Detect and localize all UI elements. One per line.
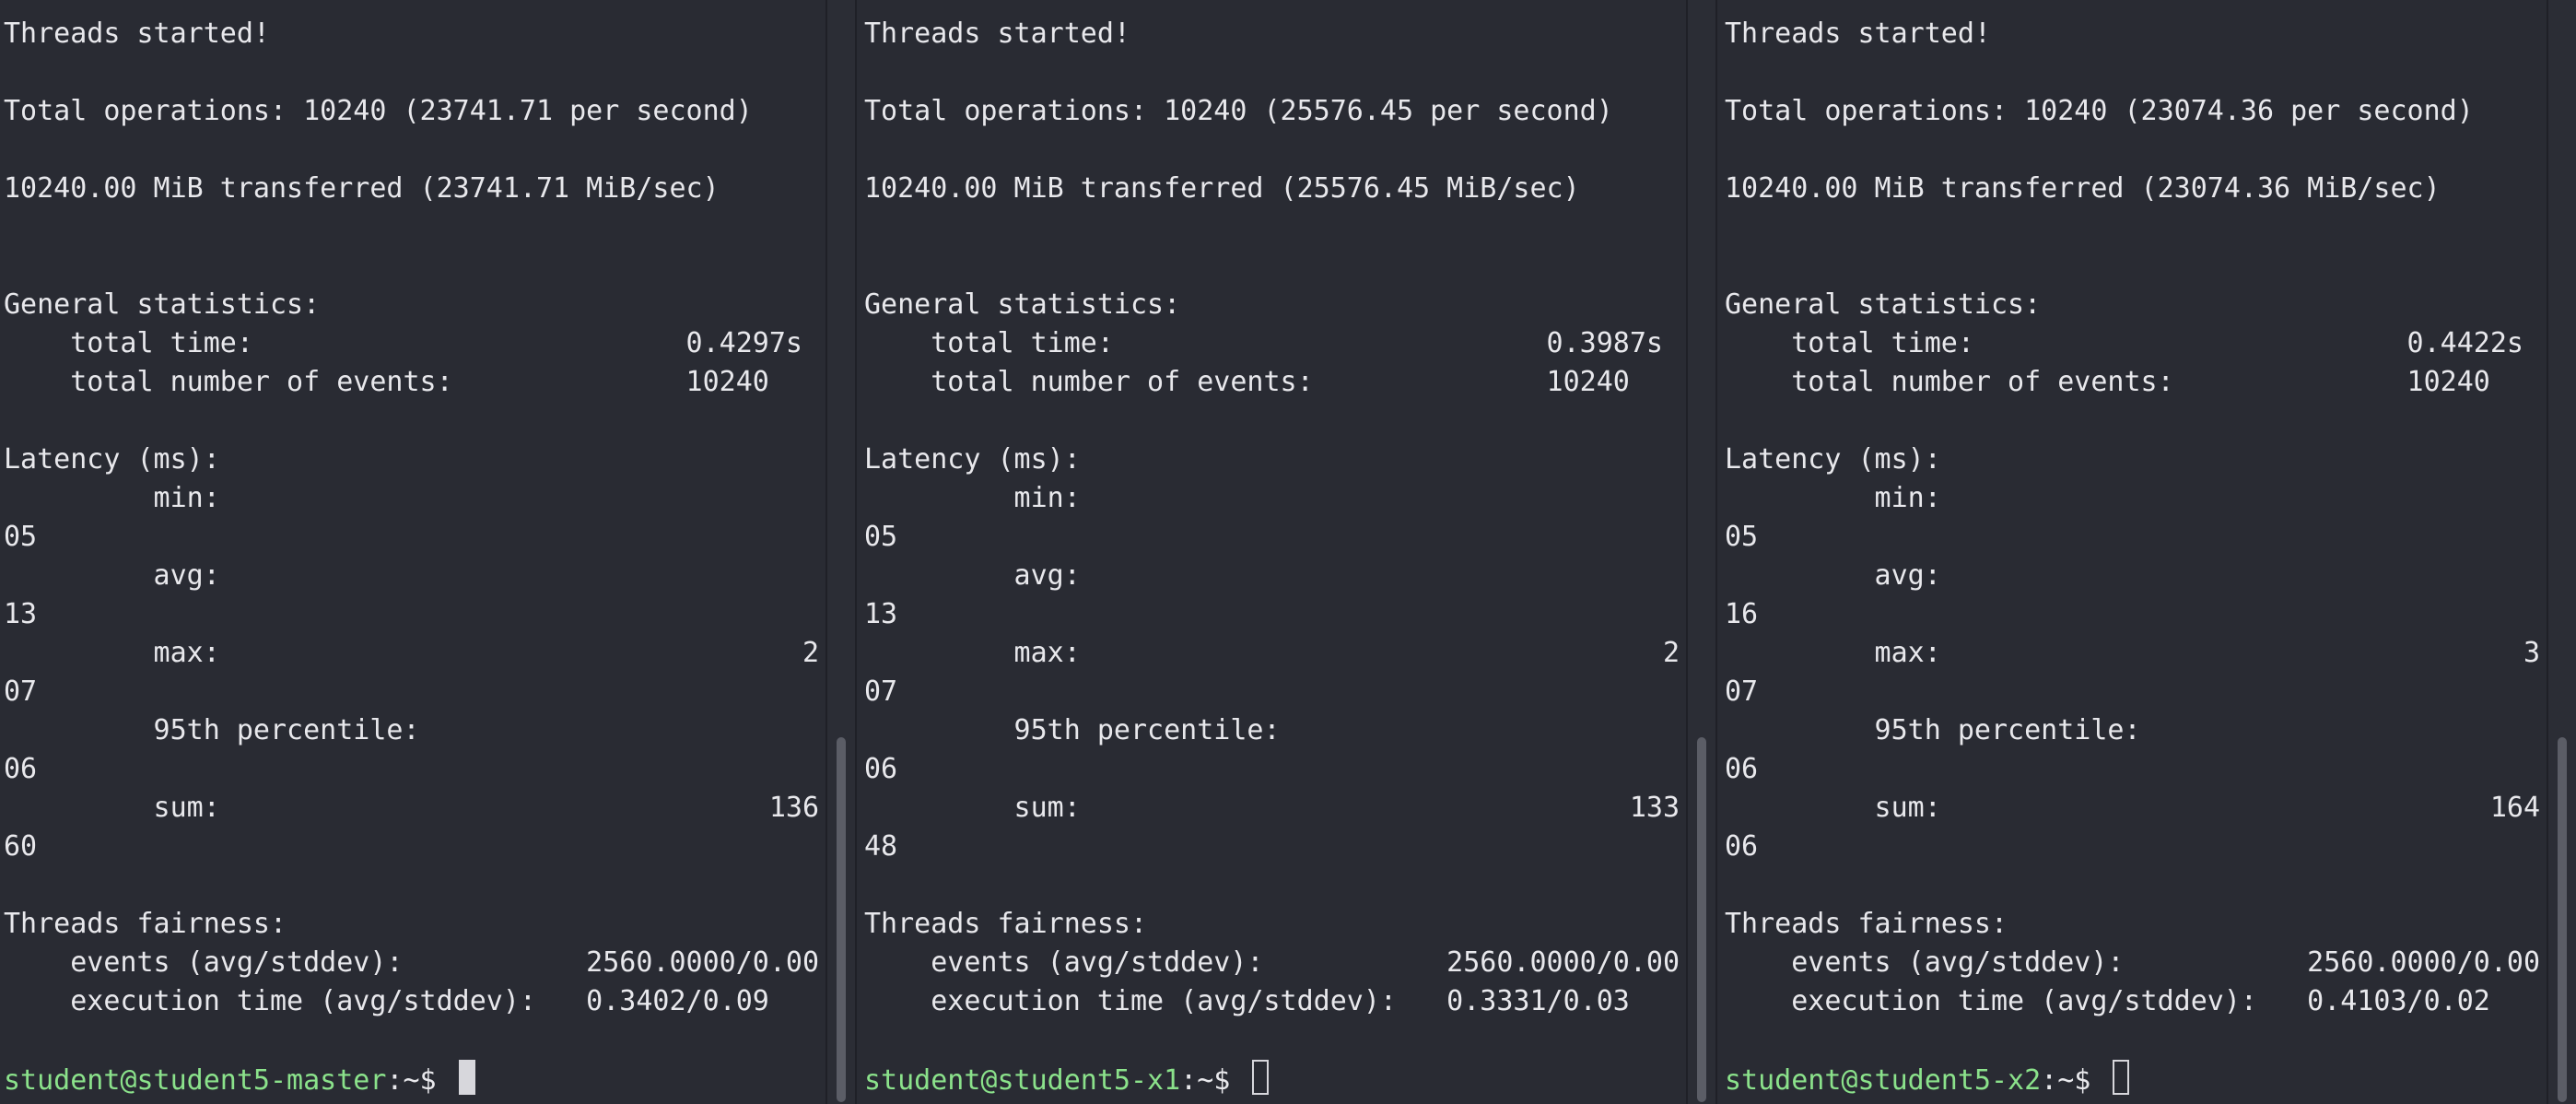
shell-prompt[interactable]: student@student5-x2:~$ [1725, 1060, 2130, 1100]
latency-p95-line: 95th percentile: 0. [1725, 714, 2541, 746]
latency-sum-line: sum: 1641. [1725, 792, 2541, 824]
transferred-line: 10240.00 MiB transferred (23741.71 MiB/s… [4, 172, 720, 205]
latency-header: Latency (ms): [1725, 443, 1941, 476]
latency-sum-wrap: 48 [864, 830, 898, 863]
total-time-line: total time: 0.4297s [4, 327, 802, 359]
latency-max-wrap: 07 [1725, 675, 1759, 708]
transferred-line: 10240.00 MiB transferred (25576.45 MiB/s… [864, 172, 1580, 205]
prompt-user-host: student@student5-x1 [864, 1064, 1181, 1097]
prompt-path: :~$ [1180, 1064, 1247, 1097]
prompt-path: :~$ [386, 1064, 453, 1097]
latency-max-line: max: 32. [1725, 637, 2541, 669]
total-operations-line: Total operations: 10240 (23074.36 per se… [1725, 95, 2474, 127]
general-statistics-header: General statistics: [1725, 288, 2042, 321]
latency-p95-wrap: 06 [1725, 753, 1759, 785]
latency-sum-wrap: 06 [1725, 830, 1759, 863]
latency-avg-wrap: 13 [864, 598, 898, 630]
fairness-events-line: events (avg/stddev): 2560.0000/0.00 [864, 946, 1680, 979]
total-events-line: total number of events: 10240 [1725, 366, 2490, 398]
text-cursor [458, 1060, 475, 1095]
shell-prompt[interactable]: student@student5-master:~$ [4, 1060, 475, 1100]
latency-sum-wrap: 60 [4, 830, 38, 863]
terminal-pane-x2[interactable]: Threads started! Total operations: 10240… [1721, 0, 2541, 1104]
latency-max-line: max: 24. [864, 637, 1680, 669]
threads-started-line: Threads started! [4, 18, 270, 50]
latency-min-line: min: 0. [4, 482, 820, 514]
latency-max-wrap: 07 [4, 675, 38, 708]
total-operations-line: Total operations: 10240 (25576.45 per se… [864, 95, 1613, 127]
general-statistics-header: General statistics: [864, 288, 1181, 321]
threads-started-line: Threads started! [864, 18, 1130, 50]
latency-min-line: min: 0. [864, 482, 1680, 514]
fairness-header: Threads fairness: [4, 908, 287, 940]
fairness-exec-time-line: execution time (avg/stddev): 0.3331/0.03 [864, 985, 1630, 1017]
latency-p95-wrap: 06 [864, 753, 898, 785]
fairness-header: Threads fairness: [1725, 908, 2008, 940]
fairness-exec-time-line: execution time (avg/stddev): 0.3402/0.09 [4, 985, 769, 1017]
latency-avg-line: avg: 0. [1725, 559, 2541, 592]
text-cursor [1252, 1060, 1270, 1095]
prompt-user-host: student@student5-x2 [1725, 1064, 2042, 1097]
pane-scrollbar[interactable] [825, 0, 857, 1104]
latency-max-wrap: 07 [864, 675, 898, 708]
latency-max-line: max: 28. [4, 637, 820, 669]
general-statistics-header: General statistics: [4, 288, 321, 321]
latency-p95-line: 95th percentile: 0. [4, 714, 820, 746]
fairness-header: Threads fairness: [864, 908, 1148, 940]
latency-min-wrap: 05 [4, 521, 38, 553]
prompt-path: :~$ [2041, 1064, 2108, 1097]
latency-header: Latency (ms): [864, 443, 1081, 476]
pane-scrollbar[interactable] [1686, 0, 1717, 1104]
latency-avg-line: avg: 0. [4, 559, 820, 592]
latency-avg-line: avg: 0. [864, 559, 1680, 592]
total-time-line: total time: 0.4422s [1725, 327, 2523, 359]
scrollbar-thumb[interactable] [837, 737, 846, 1102]
latency-sum-line: sum: 1332. [864, 792, 1680, 824]
scrollbar-thumb[interactable] [1697, 737, 1706, 1102]
latency-min-wrap: 05 [864, 521, 898, 553]
latency-sum-line: sum: 1360. [4, 792, 820, 824]
total-time-line: total time: 0.3987s [864, 327, 1663, 359]
scrollbar-thumb[interactable] [2558, 737, 2567, 1102]
terminal-pane-x1[interactable]: Threads started! Total operations: 10240… [861, 0, 1680, 1104]
threads-started-line: Threads started! [1725, 18, 1991, 50]
pane-scrollbar[interactable] [2547, 0, 2576, 1104]
latency-p95-line: 95th percentile: 0. [864, 714, 1680, 746]
latency-min-line: min: 0. [1725, 482, 2541, 514]
latency-header: Latency (ms): [4, 443, 220, 476]
latency-min-wrap: 05 [1725, 521, 1759, 553]
fairness-events-line: events (avg/stddev): 2560.0000/0.00 [1725, 946, 2541, 979]
fairness-events-line: events (avg/stddev): 2560.0000/0.00 [4, 946, 820, 979]
fairness-exec-time-line: execution time (avg/stddev): 0.4103/0.02 [1725, 985, 2490, 1017]
prompt-user-host: student@student5-master [4, 1064, 387, 1097]
total-events-line: total number of events: 10240 [864, 366, 1630, 398]
total-events-line: total number of events: 10240 [4, 366, 769, 398]
terminal-window: Threads started! Total operations: 10240… [0, 0, 2576, 1104]
transferred-line: 10240.00 MiB transferred (23074.36 MiB/s… [1725, 172, 2441, 205]
terminal-pane-master[interactable]: Threads started! Total operations: 10240… [0, 0, 820, 1104]
latency-p95-wrap: 06 [4, 753, 38, 785]
latency-avg-wrap: 16 [1725, 598, 1759, 630]
text-cursor [2113, 1060, 2130, 1095]
total-operations-line: Total operations: 10240 (23741.71 per se… [4, 95, 753, 127]
latency-avg-wrap: 13 [4, 598, 38, 630]
shell-prompt[interactable]: student@student5-x1:~$ [864, 1060, 1270, 1100]
